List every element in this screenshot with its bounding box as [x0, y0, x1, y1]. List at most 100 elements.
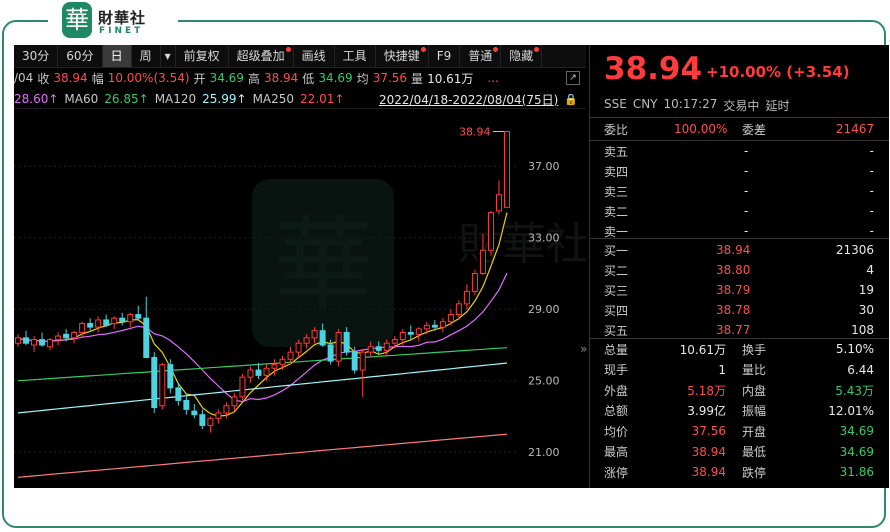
tab-30min[interactable]: 30分	[14, 45, 59, 67]
price-change: +10.00% (+3.54)	[706, 63, 850, 81]
stat-value: 38.94	[691, 444, 726, 459]
ask-volume: -	[869, 184, 874, 198]
bid-price: 38.79	[716, 283, 751, 297]
candle-body	[327, 344, 334, 362]
candle-body	[503, 131, 510, 208]
stat-value: 1	[718, 362, 726, 377]
quote-line: /04 收 38.94 幅 10.00%(3.54) 开 34.69 高 38.…	[14, 68, 586, 88]
candle-body	[447, 314, 454, 323]
ask-volume: -	[869, 164, 874, 178]
candle-body	[199, 414, 206, 426]
candle-body	[15, 337, 21, 344]
ask-volume: -	[869, 144, 874, 158]
candle-body	[87, 323, 94, 328]
bid-price: 38.78	[716, 303, 751, 317]
candle-body	[207, 417, 214, 426]
bid-level-label: 买一	[604, 243, 629, 258]
candle-body	[287, 351, 294, 360]
candle-body	[343, 331, 350, 353]
low-value: 34.69	[318, 71, 353, 85]
stat-label: 总额	[604, 404, 629, 418]
candle-body	[159, 364, 166, 407]
stat-value: 5.18万	[687, 383, 726, 398]
collapse-panel-icon[interactable]: »	[580, 342, 587, 356]
high-label: 高	[247, 71, 260, 86]
forward-adjust-button[interactable]: 前复权	[176, 45, 229, 67]
bid-level-label: 买三	[604, 283, 629, 298]
ask-row: 卖一 - -	[604, 221, 874, 241]
tab-60min[interactable]: 60分	[58, 45, 103, 67]
ratio-value: 100.00%	[674, 122, 728, 136]
stat-label: 开盘	[742, 424, 767, 439]
ask-price: -	[744, 144, 749, 158]
candle-body	[95, 319, 102, 328]
candle-body	[279, 358, 286, 366]
candle-body	[319, 330, 326, 346]
finet-logo: 華 財華社 FINET	[48, 0, 178, 44]
stat-label: 现手	[604, 363, 629, 377]
ma250-line	[17, 433, 508, 478]
candle-body	[263, 367, 270, 376]
range-label: 幅	[91, 71, 104, 86]
close-label: 收	[37, 71, 50, 86]
ma60-label: MA60	[64, 92, 99, 106]
tools-button[interactable]: 工具	[335, 45, 376, 67]
draw-line-button[interactable]: 画线	[294, 45, 335, 67]
candle-body	[175, 387, 182, 401]
stat-value: 12.01%	[828, 403, 874, 418]
candle-body	[471, 272, 478, 292]
bid-volume: 19	[858, 283, 874, 297]
stats-row: 现手 1 量比 6.44	[604, 360, 874, 380]
exchange: SSE	[604, 97, 627, 111]
candle-body	[247, 369, 254, 378]
candle-body	[455, 303, 462, 316]
candlestick-chart[interactable]: 華 財華社 37.00 33.00 29.00 25.00 21.00 38.94	[14, 109, 586, 488]
f9-button[interactable]: F9	[429, 45, 461, 67]
stat-label: 涨停	[604, 465, 629, 480]
y-tick-label: 33.00	[528, 232, 560, 245]
stat-value: 5.10%	[835, 342, 874, 356]
delay-label: 延时	[765, 99, 790, 113]
ask-row: 卖四 - -	[604, 161, 874, 181]
trading-status: 交易中	[723, 99, 760, 113]
y-tick-label: 25.00	[528, 375, 560, 388]
candle-body	[223, 405, 230, 414]
candle-body	[335, 331, 342, 362]
hide-button[interactable]: 隐藏	[501, 45, 543, 67]
svg-text:華: 華	[273, 206, 373, 323]
open-label: 开	[193, 71, 206, 86]
stat-label: 最低	[742, 445, 767, 459]
ask-price: -	[744, 204, 749, 218]
date-range[interactable]: 2022/04/18-2022/08/04(75日)	[379, 91, 558, 108]
quote-time: 10:17:27	[663, 97, 718, 111]
bid-level-label: 买二	[604, 263, 629, 278]
period-dropdown-icon[interactable]: ▾	[161, 45, 176, 67]
range-value: 10.00%(3.54)	[107, 71, 190, 85]
stat-label: 换手	[742, 342, 767, 357]
finet-logo-badge: 華	[62, 2, 92, 38]
candle-body	[479, 249, 486, 274]
close-value: 38.94	[53, 71, 88, 85]
candle-body	[295, 342, 302, 353]
lock-icon[interactable]: 🔒	[564, 93, 578, 106]
avg-value: 37.56	[372, 71, 408, 85]
candle-body	[303, 337, 310, 344]
tab-day[interactable]: 日	[102, 45, 132, 67]
stat-value: 5.43万	[835, 383, 874, 398]
stats-row: 总额 3.99亿 振幅 12.01%	[604, 401, 874, 421]
more-icon[interactable]: ...	[487, 71, 498, 85]
stats-row: 总量 10.61万 换手 5.10%	[604, 339, 874, 359]
normal-mode-button[interactable]: 普通	[460, 45, 502, 67]
y-axis-ticks: 37.00 33.00 29.00 25.00 21.00	[528, 160, 560, 459]
ask-level-label: 卖二	[604, 204, 629, 219]
ask-volume: -	[869, 204, 874, 218]
low-label: 低	[302, 71, 315, 86]
expand-icon[interactable]: ↗	[566, 71, 580, 85]
overlay-button[interactable]: 超级叠加	[229, 45, 294, 67]
candle-body	[495, 194, 502, 212]
shortcut-button[interactable]: 快捷键	[376, 45, 429, 67]
tab-week[interactable]: 周	[132, 45, 161, 67]
bid-level-label: 买五	[604, 323, 629, 338]
bid-row: 买四 38.78 30	[604, 300, 874, 320]
stats-row: 外盘 5.18万 内盘 5.43万	[604, 380, 874, 400]
